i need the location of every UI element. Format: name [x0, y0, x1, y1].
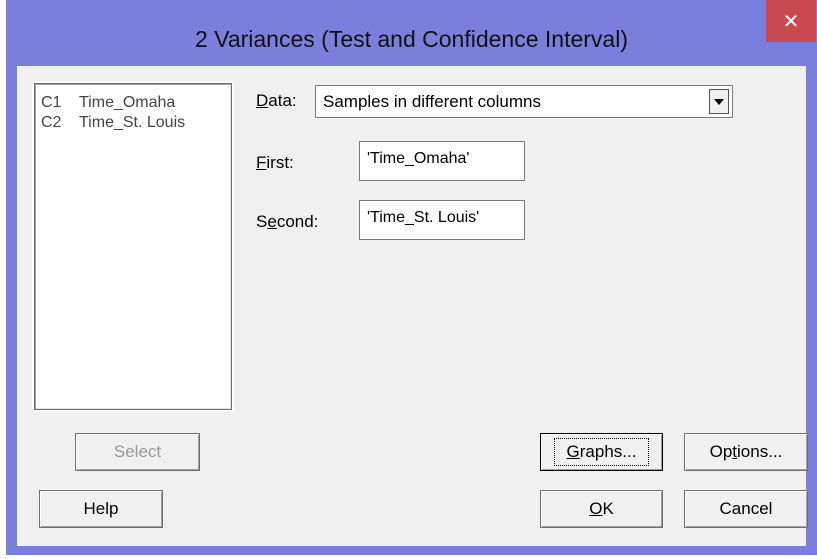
second-label: Second:: [256, 212, 319, 231]
close-button[interactable]: ✕: [766, 0, 816, 42]
dialog-body: C1 Time_Omaha C2 Time_St. Louis Data: Sa…: [17, 66, 808, 546]
graphs-button[interactable]: Graphs...: [540, 433, 663, 471]
chevron-down-icon: [714, 98, 724, 105]
select-button[interactable]: Select: [75, 433, 200, 471]
first-input[interactable]: 'Time_Omaha': [359, 141, 525, 181]
column-id: C2: [41, 114, 62, 131]
list-item[interactable]: C2 Time_St. Louis: [41, 114, 185, 134]
title-bar[interactable]: 2 Variances (Test and Confidence Interva…: [6, 0, 817, 62]
dropdown-button[interactable]: [709, 89, 729, 114]
second-input[interactable]: 'Time_St. Louis': [359, 200, 525, 240]
first-label: First:: [256, 153, 294, 172]
data-select[interactable]: Samples in different columns: [315, 85, 733, 118]
help-button[interactable]: Help: [39, 490, 163, 528]
list-item[interactable]: C1 Time_Omaha: [41, 94, 175, 114]
dialog-window: 2 Variances (Test and Confidence Interva…: [6, 0, 817, 555]
column-id: C1: [41, 94, 62, 111]
variable-list[interactable]: C1 Time_Omaha C2 Time_St. Louis: [32, 81, 234, 412]
data-label: Data:: [256, 91, 297, 110]
column-name: Time_St. Louis: [79, 114, 186, 131]
data-select-value: Samples in different columns: [323, 92, 541, 111]
column-name: Time_Omaha: [79, 94, 176, 111]
cancel-button[interactable]: Cancel: [684, 490, 808, 528]
close-icon: ✕: [782, 10, 800, 33]
options-button[interactable]: Op t ions...: [684, 433, 808, 471]
ok-button[interactable]: OK: [540, 490, 663, 528]
dialog-title: 2 Variances (Test and Confidence Interva…: [195, 26, 628, 52]
